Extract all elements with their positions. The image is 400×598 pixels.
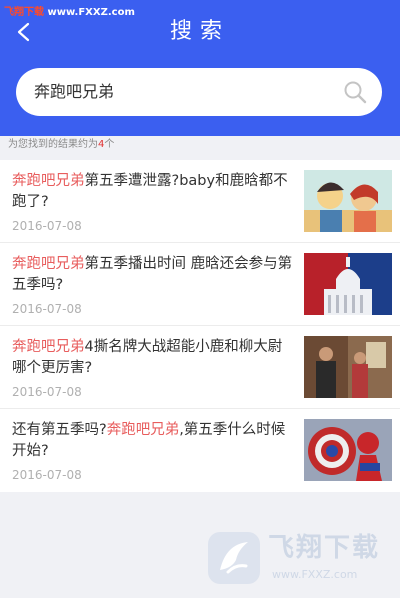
search-icon [344, 81, 367, 104]
superhero-thumbnail-image [304, 419, 392, 481]
result-keyword-highlight: 奔跑吧兄弟 [12, 256, 85, 272]
result-thumbnail[interactable] [304, 170, 392, 232]
watermark-top-brand: 飞翔下载 [4, 7, 44, 18]
result-thumbnail[interactable] [304, 419, 392, 481]
result-item-date: 2016-07-08 [12, 219, 82, 233]
header-bar: 飞翔下载 www.FXXZ.com 搜索 奔跑吧兄弟 [0, 0, 400, 136]
result-item-title: 奔跑吧兄弟第五季遭泄露?baby和鹿晗都不跑了? [12, 173, 288, 210]
result-keyword-highlight: 奔跑吧兄弟 [12, 339, 85, 355]
result-item-date: 2016-07-08 [12, 385, 82, 399]
page-title: 搜索 [169, 19, 230, 44]
result-item-title: 奔跑吧兄弟第五季播出时间 鹿晗还会参与第五季吗? [12, 256, 293, 293]
brand-logo-icon [208, 532, 260, 584]
result-item-title: 奔跑吧兄弟4撕名牌大战超能小鹿和柳大尉哪个更厉害? [12, 339, 283, 376]
result-keyword-highlight: 奔跑吧兄弟 [12, 173, 85, 189]
result-thumbnail[interactable] [304, 253, 392, 315]
watermark-brand-text: 飞翔下载 [268, 533, 381, 563]
result-item[interactable]: 奔跑吧兄弟4撕名牌大战超能小鹿和柳大尉哪个更厉害? 2016-07-08 [0, 326, 400, 409]
search-button[interactable] [342, 79, 368, 105]
result-item-title: 还有第五季吗?奔跑吧兄弟,第五季什么时候开始? [12, 422, 286, 459]
result-count-prefix: 为您找到的结果约为 [8, 139, 98, 150]
cartoon-thumbnail-image [304, 170, 392, 232]
people-photo-image [304, 336, 392, 398]
result-item[interactable]: 奔跑吧兄弟第五季播出时间 鹿晗还会参与第五季吗? 2016-07-08 [0, 243, 400, 326]
result-count-text: 为您找到的结果约为4个 [8, 138, 114, 152]
search-input[interactable]: 奔跑吧兄弟 [16, 68, 382, 116]
result-item[interactable]: 还有第五季吗?奔跑吧兄弟,第五季什么时候开始? 2016-07-08 [0, 409, 400, 492]
result-thumbnail[interactable] [304, 336, 392, 398]
result-item-date: 2016-07-08 [12, 302, 82, 316]
watermark-top-url: www.FXXZ.com [44, 7, 135, 18]
result-keyword-highlight: 奔跑吧兄弟 [106, 422, 180, 438]
result-list: 奔跑吧兄弟第五季遭泄露?baby和鹿晗都不跑了? 2016-07-08 奔跑吧兄… [0, 160, 400, 492]
result-item-date: 2016-07-08 [12, 468, 82, 482]
search-input-value: 奔跑吧兄弟 [34, 82, 115, 101]
capitol-building-image [304, 253, 392, 315]
result-count-suffix: 个 [104, 139, 115, 150]
watermark-bottom: 飞翔下载 www.FXXZ.com [206, 530, 396, 592]
watermark-url-text: www.FXXZ.com [272, 568, 358, 581]
result-item[interactable]: 奔跑吧兄弟第五季遭泄露?baby和鹿晗都不跑了? 2016-07-08 [0, 160, 400, 243]
